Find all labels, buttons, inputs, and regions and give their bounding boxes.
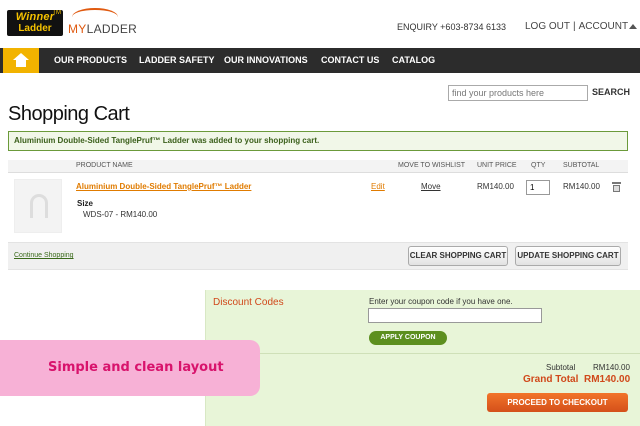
delete-item-icon[interactable] (612, 182, 621, 192)
nav-item-our-products[interactable]: OUR PRODUCTS (54, 48, 127, 73)
unit-price: RM140.00 (477, 182, 514, 191)
panel-divider (205, 353, 640, 354)
scroll-up-arrow-icon[interactable] (629, 24, 637, 29)
cart-table-header: PRODUCT NAME MOVE TO WISHLIST UNIT PRICE… (8, 160, 628, 172)
nav-item-catalog[interactable]: CATALOG (392, 48, 435, 73)
winner-ladder-logo[interactable]: Winner Ladder TM (7, 10, 63, 36)
header-divider (8, 172, 628, 173)
logo-trademark: TM (52, 10, 61, 16)
apply-coupon-button[interactable]: APPLY COUPON (369, 331, 447, 345)
home-icon-body (16, 60, 26, 67)
home-icon (13, 53, 29, 60)
search-input[interactable] (448, 85, 588, 101)
col-product-name: PRODUCT NAME (76, 162, 133, 169)
myladder-logo[interactable]: MYLADDER (68, 8, 137, 38)
discount-title: Discount Codes (213, 297, 284, 308)
nav-item-ladder-safety[interactable]: LADDER SAFETY (139, 48, 215, 73)
option-label: Size (77, 199, 94, 208)
subtotal-label: Subtotal (546, 363, 576, 372)
qty-input[interactable] (526, 180, 550, 195)
coupon-hint: Enter your coupon code if you have one. (369, 297, 513, 306)
enquiry-phone: ENQUIRY +603-8734 6133 (397, 22, 506, 32)
logout-link[interactable]: LOG OUT (525, 21, 570, 32)
col-move-to-wishlist: MOVE TO WISHLIST (398, 162, 466, 169)
clear-cart-button[interactable]: CLEAR SHOPPING CART (408, 246, 508, 266)
nav-item-contact-us[interactable]: CONTACT US (321, 48, 379, 73)
col-unit-price: UNIT PRICE (477, 162, 517, 169)
main-nav: OUR PRODUCTS LADDER SAFETY OUR INNOVATIO… (0, 48, 640, 73)
update-cart-button[interactable]: UPDATE SHOPPING CART (515, 246, 621, 266)
account-link[interactable]: ACCOUNT (579, 21, 628, 32)
col-qty: QTY (531, 162, 546, 169)
subtotal-value: RM140.00 (593, 363, 630, 372)
placeholder-image-icon (30, 194, 48, 218)
trash-can (613, 185, 620, 192)
edit-item-link[interactable]: Edit (371, 182, 385, 191)
move-to-wishlist-link[interactable]: Move (421, 182, 441, 191)
grand-total-label: Grand Total (523, 374, 579, 385)
top-links: LOG OUT | ACCOUNT (525, 21, 628, 32)
grand-total-value: RM140.00 (584, 374, 631, 385)
feature-callout: Simple and clean layout (0, 340, 260, 396)
logo-my-prefix: MY (68, 22, 87, 36)
logo-ladder-text: Ladder (18, 23, 52, 34)
nav-item-our-innovations[interactable]: OUR INNOVATIONS (224, 48, 308, 73)
continue-shopping-link[interactable]: Continue Shopping (14, 252, 74, 259)
callout-text: Simple and clean layout (48, 360, 224, 375)
logo-ladder-suffix: LADDER (86, 22, 138, 36)
myladder-logo-text: MYLADDER (68, 22, 137, 36)
search-button[interactable]: SEARCH (592, 87, 630, 97)
trash-lid (612, 182, 621, 184)
option-value: WDS-07 - RM140.00 (83, 210, 158, 219)
proceed-to-checkout-button[interactable]: PROCEED TO CHECKOUT (487, 393, 628, 412)
col-subtotal: SUBTOTAL (563, 162, 600, 169)
product-thumbnail[interactable] (14, 179, 62, 233)
coupon-input[interactable] (368, 308, 542, 323)
success-message: Aluminium Double-Sided TanglePruf™ Ladde… (8, 131, 628, 151)
row-subtotal: RM140.00 (563, 182, 600, 191)
product-name-link[interactable]: Aluminium Double-Sided TanglePruf™ Ladde… (76, 182, 251, 191)
page-title: Shopping Cart (8, 103, 130, 125)
home-button[interactable] (3, 48, 39, 73)
top-links-separator: | (573, 21, 576, 32)
